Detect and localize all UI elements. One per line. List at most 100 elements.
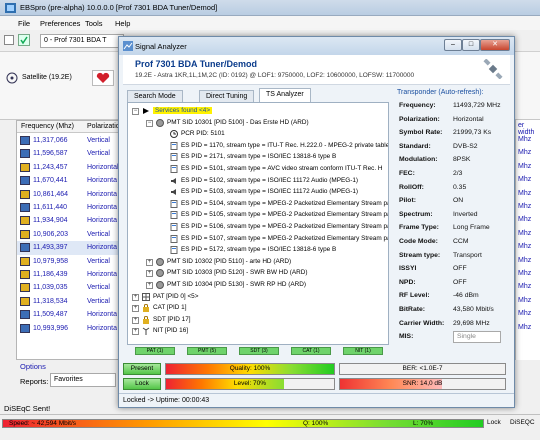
row-polarization: Horizonta bbox=[87, 204, 117, 211]
transponder-row[interactable]: 10,979,958 Vertical bbox=[17, 255, 123, 268]
tv-icon bbox=[20, 136, 30, 145]
main-title-bar: EBSpro (pre-alpha) 10.0.0.0 [Prof 7301 B… bbox=[0, 0, 540, 16]
tree-node-label: ES PID = 5102, stream type = ISO/IEC 111… bbox=[181, 176, 359, 184]
close-button[interactable]: ✕ bbox=[480, 39, 510, 51]
menu-file[interactable]: File bbox=[18, 19, 30, 28]
expand-icon[interactable]: + bbox=[132, 328, 139, 336]
device-checkbox[interactable] bbox=[4, 35, 14, 45]
pid-cell-sdt: SDT (3) bbox=[239, 347, 279, 355]
info-value: Long Frame bbox=[453, 224, 490, 232]
tab-ts-analyzer[interactable]: TS Analyzer bbox=[259, 88, 311, 102]
tree-node-label: ES PID = 5103, stream type = ISO/IEC 111… bbox=[181, 188, 359, 196]
transponder-row[interactable]: 10,993,996 Horizonta bbox=[17, 322, 123, 335]
info-value: 8PSK bbox=[453, 156, 471, 164]
options-link[interactable]: Options bbox=[20, 362, 46, 371]
info-value: OFF bbox=[453, 278, 467, 286]
row-frequency: 11,509,487 bbox=[33, 311, 68, 319]
transponder-row[interactable]: 11,493,397 Horizonta bbox=[17, 241, 123, 255]
ts-tree[interactable]: − Services found <4> − PMT SID 10301 [PID 5… bbox=[127, 102, 389, 345]
status-speed: Speed: ~ 42,594 Mbit/s bbox=[9, 420, 77, 427]
status-quality: Q: 100% bbox=[303, 420, 329, 427]
disc-icon bbox=[156, 281, 164, 289]
dialog-title-bar[interactable]: Signal Analyzer – □ ✕ bbox=[119, 37, 514, 55]
tab-search-mode[interactable]: Search Mode bbox=[127, 90, 183, 102]
maximize-icon: □ bbox=[468, 41, 474, 48]
transponder-row[interactable]: 11,509,487 Horizonta bbox=[17, 308, 123, 321]
expand-icon[interactable]: + bbox=[132, 316, 139, 324]
row-width-unit: Mhz bbox=[518, 243, 532, 251]
transponder-row[interactable]: 11,934,904 Horizonta bbox=[17, 214, 123, 227]
tab-direct-tuning[interactable]: Direct Tuning bbox=[199, 90, 255, 102]
info-key: Standard: bbox=[399, 142, 431, 150]
tv-icon bbox=[20, 296, 30, 306]
collapse-icon[interactable]: − bbox=[132, 108, 139, 115]
info-key: Symbol Rate: bbox=[399, 129, 443, 137]
ber-text: BER: <1.0E-7 bbox=[402, 365, 443, 372]
mis-combo[interactable]: Single bbox=[453, 331, 501, 344]
collapse-icon[interactable]: − bbox=[146, 119, 153, 127]
check-icon bbox=[20, 36, 28, 45]
expand-icon[interactable]: + bbox=[146, 282, 153, 289]
pid-cell-nit: NIT (1) bbox=[343, 347, 383, 355]
pid-cell-pmt: PMT (5) bbox=[187, 347, 227, 355]
transponder-row[interactable]: 11,596,587 Vertical bbox=[17, 147, 123, 160]
transponder-row[interactable]: 10,861,464 Horizonta bbox=[17, 188, 123, 201]
menu-help[interactable]: Help bbox=[115, 19, 130, 28]
info-key: Frame Type: bbox=[399, 224, 439, 232]
tree-node-label: PAT [PID 0] <5> bbox=[153, 292, 199, 300]
device-combo[interactable]: 0 - Prof 7301 BDA T bbox=[40, 34, 124, 48]
row-frequency: 10,861,464 bbox=[33, 190, 69, 198]
app-icon bbox=[5, 3, 16, 13]
expand-icon[interactable]: + bbox=[132, 305, 139, 313]
info-key: Spectrum: bbox=[399, 210, 433, 218]
transponder-row[interactable]: 11,317,066 Vertical bbox=[17, 134, 123, 147]
transponder-row[interactable]: 11,186,439 Horizonta bbox=[17, 268, 123, 281]
maximize-button[interactable]: □ bbox=[462, 39, 480, 51]
tv-icon bbox=[20, 256, 30, 266]
info-key: RF Level: bbox=[399, 292, 430, 300]
info-value: Inverted bbox=[453, 210, 478, 218]
status-lock: Lock bbox=[487, 419, 501, 426]
header-frequency[interactable]: Frequency (Mhz) bbox=[21, 123, 74, 130]
transponder-row[interactable]: 11,611,440 Horizonta bbox=[17, 201, 123, 214]
transponder-row[interactable]: 11,318,534 Vertical bbox=[17, 295, 123, 308]
row-width-unit: Mhz bbox=[518, 229, 532, 237]
info-value: 43,580 Mbit/s bbox=[453, 306, 494, 313]
signal-meters: Present Quality: 100% BER: <1.0E-7 Lock … bbox=[123, 361, 510, 393]
expand-icon[interactable]: + bbox=[146, 258, 153, 266]
row-polarization: Vertical bbox=[87, 230, 110, 238]
row-width-unit: Mhz bbox=[518, 323, 532, 331]
transponder-row[interactable]: 11,243,457 Horizontal bbox=[17, 161, 123, 174]
info-value: DVB-S2 bbox=[453, 142, 478, 150]
row-width-unit: Mhz bbox=[518, 203, 532, 210]
row-width-unit: Mhz bbox=[518, 176, 532, 184]
row-polarization: Vertical bbox=[87, 284, 110, 292]
info-value: 0.35 bbox=[453, 183, 467, 191]
satellite-label[interactable]: Satellite (19.2E) bbox=[22, 74, 72, 81]
snr-text: SNR: 14,0 dB bbox=[402, 380, 443, 387]
document-icon bbox=[170, 211, 178, 220]
transponder-list[interactable]: Frequency (Mhz) Polarization 11,317,066 V… bbox=[16, 120, 124, 360]
row-polarization: Horizonta bbox=[87, 190, 117, 198]
expand-icon[interactable]: + bbox=[146, 270, 153, 278]
menu-preferences[interactable]: Preferences bbox=[40, 19, 80, 28]
tree-node-label: PMT SID 10303 [PID 5120] - SWR BW HD (AR… bbox=[167, 269, 308, 277]
tv-icon bbox=[20, 323, 30, 333]
expand-icon[interactable]: + bbox=[132, 293, 139, 301]
dialog-status-bar: Locked -> Uptime: 00:00:43 bbox=[119, 393, 514, 407]
favorites-button[interactable] bbox=[92, 70, 114, 86]
menu-tools[interactable]: Tools bbox=[85, 19, 103, 28]
transponder-row[interactable]: 11,039,035 Vertical bbox=[17, 281, 123, 294]
minimize-button[interactable]: – bbox=[444, 39, 462, 51]
transponder-row[interactable]: 11,670,441 Horizonta bbox=[17, 174, 123, 187]
quality-text: Quality: 100% bbox=[229, 365, 271, 372]
speaker-icon bbox=[170, 177, 178, 185]
info-key: Modulation: bbox=[399, 156, 438, 164]
transponder-row[interactable]: 10,906,203 Vertical bbox=[17, 228, 123, 241]
row-polarization: Vertical bbox=[87, 137, 110, 144]
row-frequency: 11,934,904 bbox=[33, 217, 68, 225]
reports-combo[interactable]: Favorites bbox=[50, 373, 116, 387]
main-title: EBSpro (pre-alpha) 10.0.0.0 [Prof 7301 B… bbox=[20, 3, 218, 12]
device-toggle-checkbox[interactable] bbox=[18, 34, 30, 46]
tree-node-label: PMT SID 10304 [PID 5130] - SWR RP HD (AR… bbox=[167, 281, 306, 288]
